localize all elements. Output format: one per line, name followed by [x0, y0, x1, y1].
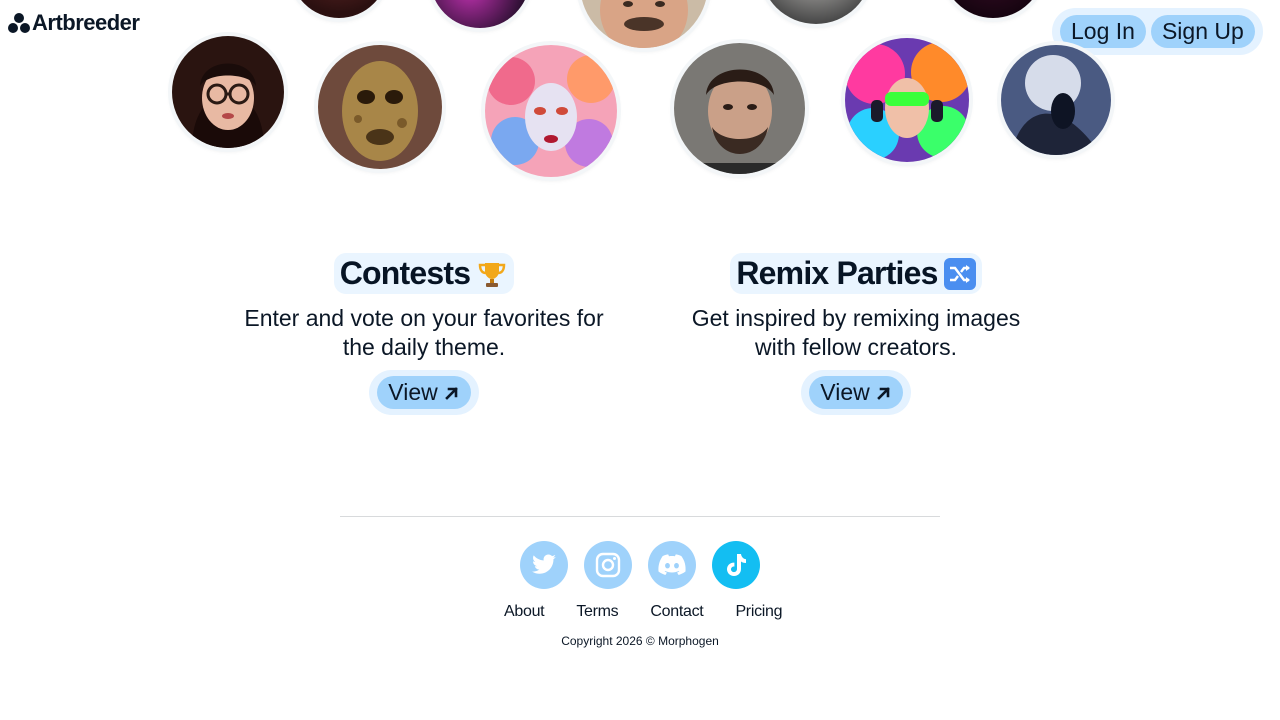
arrow-up-right-icon — [876, 386, 890, 400]
footer-link-terms[interactable]: Terms — [576, 603, 618, 621]
bearded-man-image — [674, 43, 805, 174]
social-links — [520, 541, 760, 589]
contests-title-badge: Contests — [333, 253, 515, 294]
instagram-link[interactable] — [584, 541, 632, 589]
contests-view-label: View — [388, 379, 438, 405]
woman-glasses-image — [172, 36, 284, 148]
copyright-text: Copyright 2026 © Morphogen — [561, 634, 719, 648]
contests-description: Enter and vote on your favorites for the… — [224, 304, 624, 362]
signup-button[interactable]: Sign Up — [1150, 15, 1255, 48]
avatar-colorful-woman[interactable] — [485, 45, 617, 177]
footer-link-contact[interactable]: Contact — [650, 603, 703, 621]
avatar-top-1[interactable] — [290, 0, 388, 18]
brand-logo[interactable]: Artbreeder — [8, 10, 140, 36]
twitter-link[interactable] — [520, 541, 568, 589]
mustached-man-image — [580, 0, 708, 48]
creature-mask-image — [318, 45, 442, 169]
discord-link[interactable] — [648, 541, 696, 589]
avatar-moon-figure[interactable] — [1001, 45, 1111, 155]
footer-links: About Terms Contact Pricing — [504, 603, 783, 621]
logo-icon — [8, 13, 30, 33]
colorful-woman-image — [485, 45, 617, 177]
trophy-icon — [476, 258, 508, 290]
tiktok-icon — [727, 554, 746, 576]
login-button[interactable]: Log In — [1060, 15, 1146, 48]
avatar-creature-mask[interactable] — [318, 45, 442, 169]
footer-link-pricing[interactable]: Pricing — [735, 603, 782, 621]
auth-group: Log In Sign Up — [1052, 8, 1263, 55]
arrow-up-right-icon — [444, 386, 458, 400]
contests-description-line1: Enter and vote on your favorites for — [244, 305, 604, 331]
discord-icon — [658, 554, 686, 575]
avatar-woman-glasses[interactable] — [172, 36, 284, 148]
remix-parties-description-line2: with fellow creators. — [755, 334, 957, 360]
twitter-icon — [532, 554, 556, 574]
contests-title: Contests — [339, 255, 471, 291]
remix-parties-view-button[interactable]: View — [809, 376, 903, 409]
avatar-top-3[interactable] — [580, 0, 708, 48]
remix-parties-title-badge: Remix Parties — [730, 253, 982, 294]
avatar-top-4[interactable] — [760, 0, 872, 24]
remix-parties-description: Get inspired by remixing images with fel… — [656, 304, 1056, 362]
remix-parties-title: Remix Parties — [736, 255, 938, 291]
footer-divider — [340, 516, 940, 517]
contests-view-wrap: View — [369, 370, 479, 415]
avatar-bearded-man[interactable] — [674, 43, 805, 174]
moon-figure-image — [1001, 45, 1111, 155]
avatar-top-5[interactable] — [942, 0, 1044, 18]
shuffle-icon — [943, 257, 976, 290]
avatar-top-2[interactable] — [430, 0, 530, 28]
tiktok-link[interactable] — [712, 541, 760, 589]
remix-parties-description-line1: Get inspired by remixing images — [691, 305, 1021, 331]
footer-link-about[interactable]: About — [504, 603, 545, 621]
remix-parties-section: Remix Parties Get inspired by remixing i… — [656, 253, 1056, 415]
neon-headphones-image — [845, 38, 969, 162]
remix-parties-view-label: View — [820, 379, 870, 405]
contests-view-button[interactable]: View — [377, 376, 471, 409]
contests-section: Contests Enter and vote on your favorite… — [224, 253, 624, 415]
avatar-neon-headphones[interactable] — [845, 38, 969, 162]
instagram-icon — [595, 552, 621, 578]
remix-parties-view-wrap: View — [801, 370, 911, 415]
contests-description-line2: the daily theme. — [342, 334, 506, 360]
brand-name: Artbreeder — [32, 10, 140, 35]
